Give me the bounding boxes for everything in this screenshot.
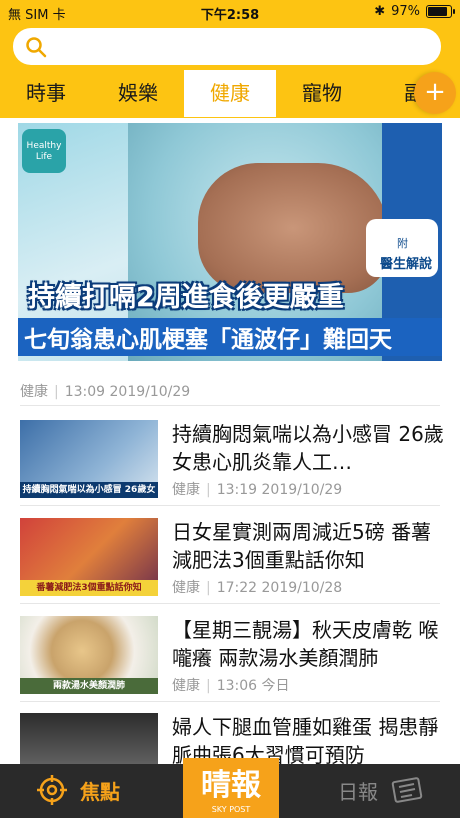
article-thumbnail: 兩款湯水美顏潤肺 [20,616,158,694]
hero-meta: 健康 | 13:09 2019/10/29 [20,384,191,400]
status-bar: 無 SIM 卡 下午2:58 ✱ 97% [0,0,460,24]
badge-label: 醫生解說 [379,257,432,272]
article-thumbnail: 持續胸悶氣喘以為小感冒 26歲女患心肌炎靠人工肺維生 [20,420,158,498]
article-title: 持續胸悶氣喘以為小感冒 26歲女患心肌炎靠人工… [172,422,444,474]
nav-skypost-button[interactable]: 晴報 SKY POST [183,758,279,818]
divider [20,603,440,604]
category-label: 健康 [172,678,200,694]
timestamp: 13:06 今日 [216,678,290,694]
timestamp: 13:09 2019/10/29 [64,384,191,400]
skypost-subtitle: SKY POST [211,805,251,814]
battery-percent: 97% [391,4,420,19]
tab-pets[interactable]: 寵物 [276,70,368,117]
tab-current-affairs[interactable]: 時事 [0,70,92,117]
timestamp: 17:22 2019/10/28 [216,580,343,596]
badge-prefix: 附 [397,237,408,250]
list-item[interactable]: 番薯減肥法3個重點話你知 日女星實測兩周減近5磅 番薯減肥法3個重點話你知 健康… [0,518,460,606]
tab-entertainment[interactable]: 娛樂 [92,70,184,117]
newspaper-icon [391,776,423,803]
nav-daily-button[interactable]: 日報 [338,776,424,805]
battery-icon [426,5,455,18]
add-tab-button[interactable]: + [414,72,456,114]
crosshair-icon [37,775,67,805]
hero-headline-1: 持續打嗝2周進食後更嚴重 [28,282,344,313]
list-item[interactable]: 兩款湯水美顏潤肺 【星期三靚湯】秋天皮膚乾 喉嚨癢 兩款湯水美顏潤肺 健康 | 13… [0,616,460,704]
timestamp: 13:19 2019/10/29 [216,482,343,498]
bottom-nav: 焦點 晴報 SKY POST 日報 [0,758,460,818]
skypost-logo-text: 晴報 [201,768,261,803]
article-title: 【星期三靚湯】秋天皮膚乾 喉嚨癢 兩款湯水美顏潤肺 [172,618,439,670]
bluetooth-icon: ✱ [374,4,386,19]
nav-daily-label: 日報 [338,780,378,804]
top-header: 無 SIM 卡 下午2:58 ✱ 97% 時事 娛樂 健康 寵物 副 + [0,0,460,118]
category-label: 健康 [172,482,200,498]
category-tabs: 時事 娛樂 健康 寵物 副 [0,70,460,117]
category-label: 健康 [172,580,200,596]
category-label: 健康 [20,384,48,400]
article-title: 日女星實測兩周減近5磅 番薯減肥法3個重點話你知 [172,520,432,572]
hero-headline-2: 七旬翁患心肌梗塞「通波仔」難回天 [24,327,392,353]
list-item[interactable]: 持續胸悶氣喘以為小感冒 26歲女患心肌炎靠人工肺維生 持續胸悶氣喘以為小感冒 2… [0,420,460,508]
article-thumbnail: 番薯減肥法3個重點話你知 [20,518,158,596]
divider [20,405,440,406]
search-icon [26,37,47,58]
healthy-life-logo: Healthy Life [22,129,66,173]
nav-focus-button[interactable]: 焦點 [36,774,120,806]
divider [20,505,440,506]
nav-focus-label: 焦點 [80,779,120,804]
divider [20,701,440,702]
tab-health[interactable]: 健康 [184,70,276,117]
search-bar[interactable] [13,28,441,65]
hero-article-image[interactable]: Healthy Life 附 醫生解說 持續打嗝2周進食後更嚴重 七旬翁患心肌梗… [18,123,442,361]
